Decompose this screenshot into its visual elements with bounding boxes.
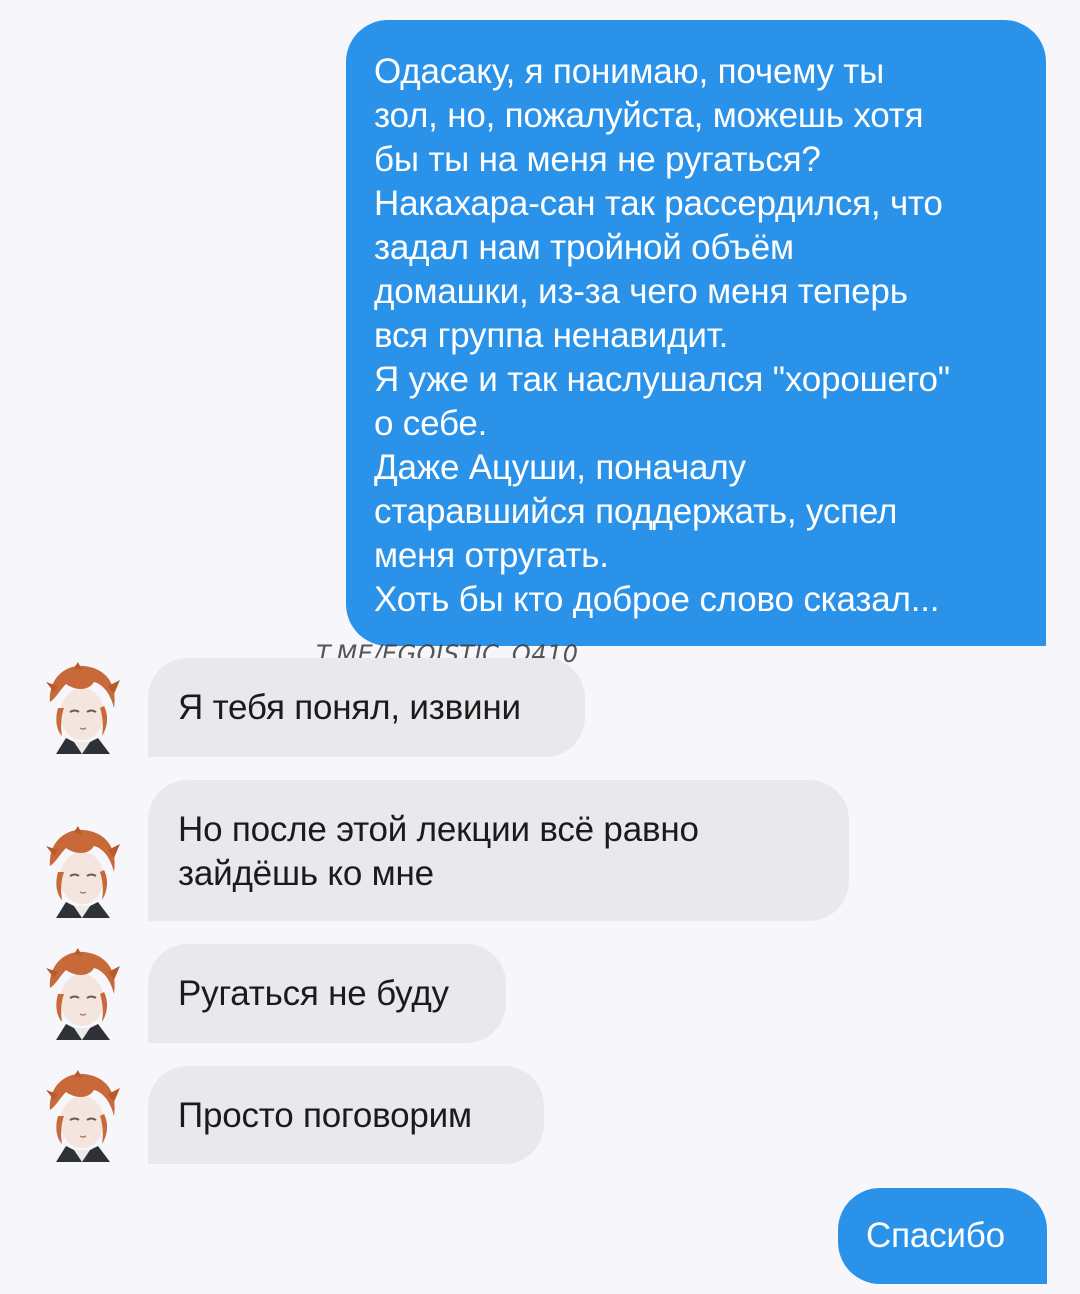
message-line: Хоть бы кто доброе слово сказал... [374,580,940,619]
message-line: задал нам тройной объём [374,228,794,267]
message-line: Спасибо [866,1216,1005,1255]
message-line: бы ты на меня не ругаться? [374,140,821,179]
message-line: зайдёшь ко мне [178,854,434,893]
message-line: о себе. [374,404,488,443]
avatar-icon[interactable] [44,662,120,754]
message-line: Но после этой лекции всё равно [178,810,699,849]
incoming-message-bubble[interactable]: Ругаться не буду [148,944,506,1043]
message-line: домашки, из-за чего меня теперь [374,272,908,311]
message-line: вся группа ненавидит. [374,316,729,355]
outgoing-message-bubble[interactable]: Спасибо [838,1188,1047,1284]
message-line: Я тебя понял, извини [178,688,521,727]
message-line: Даже Ацуши, поначалу [374,448,746,487]
incoming-message-bubble[interactable]: Но после этой лекции всё равно зайдёшь к… [148,780,849,921]
message-line: Ругаться не буду [178,974,449,1013]
incoming-message-bubble[interactable]: Просто поговорим [148,1066,544,1164]
avatar-icon[interactable] [44,948,120,1040]
outgoing-message-bubble[interactable]: Одасаку, я понимаю, почему ты зол, но, п… [346,20,1046,646]
message-line: Я уже и так наслушался "хорошего" [374,360,951,399]
message-line: Просто поговорим [178,1096,472,1135]
message-line: Накахара-сан так рассердился, что [374,184,943,223]
message-line: зол, но, пожалуйста, можешь хотя [374,96,924,135]
message-line: старавшийся поддержать, успел [374,492,898,531]
message-line: меня отругать. [374,536,609,575]
incoming-message-bubble[interactable]: Я тебя понял, извини [148,658,585,757]
avatar-icon[interactable] [44,1070,120,1162]
avatar-icon[interactable] [44,826,120,918]
message-line: Одасаку, я понимаю, почему ты [374,52,885,91]
